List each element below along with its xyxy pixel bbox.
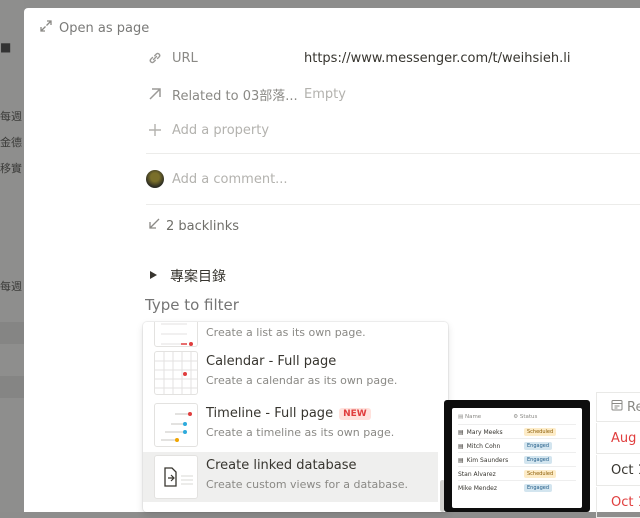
avatar (146, 170, 164, 188)
preview-name: ▤ Mary Meeks (458, 428, 503, 436)
toggle-label: 專案目錄 (170, 269, 226, 285)
property-value-url[interactable]: https://www.messenger.com/t/weihsieh.li (304, 51, 571, 66)
menu-item-desc: Create a calendar as its own page. (206, 374, 398, 387)
new-badge: NEW (339, 407, 371, 420)
block-type-menu: Create a list as its own page. Calendar … (143, 322, 448, 512)
background-band (0, 376, 24, 398)
property-label: Related to 03部落... (172, 88, 298, 104)
menu-item-preview: ▤ Name ⚙ Status ▤ Mary Meeks Scheduled ▤… (444, 400, 590, 512)
table-column-header[interactable]: Re (596, 392, 640, 422)
preview-name: ▤ Mitch Cohn (458, 442, 501, 450)
menu-item-desc: Create a list as its own page. (206, 326, 366, 339)
preview-header-name-text: Name (464, 414, 482, 420)
arrow-up-right-icon (146, 85, 164, 103)
add-property-button[interactable]: Add a property (146, 119, 269, 141)
linked-database-icon (154, 455, 198, 499)
calendar-icon (154, 351, 198, 395)
menu-item-title: Timeline - Full page NEW (206, 406, 371, 421)
backlink-arrow-icon (148, 218, 160, 234)
table-cell[interactable]: Aug 1 (596, 423, 640, 454)
menu-item-calendar[interactable]: Calendar - Full page Create a calendar a… (143, 348, 438, 398)
preview-header-status-text: Status (519, 414, 538, 420)
plus-icon (146, 121, 164, 139)
preview-header-status: ⚙ Status (513, 414, 538, 420)
menu-item-list[interactable]: Create a list as its own page. (143, 322, 438, 350)
preview-header: ▤ Name ⚙ Status (458, 414, 537, 420)
menu-item-timeline[interactable]: Timeline - Full page NEW Create a timeli… (143, 400, 438, 450)
preview-name-text: Mike Mendez (458, 484, 498, 492)
column-header-label: Re (627, 399, 640, 415)
status-badge: Scheduled (524, 428, 557, 436)
menu-item-title-text: Timeline - Full page (206, 406, 334, 421)
toggle-block[interactable]: 專案目錄 (148, 266, 226, 286)
preview-name: Stan Alvarez (458, 471, 524, 478)
preview-header-name: ▤ Name (458, 414, 482, 420)
preview-name: ▤ Kim Saunders (458, 456, 509, 464)
property-label: URL (172, 50, 198, 66)
comment-input[interactable]: Add a comment... (146, 170, 288, 188)
backlinks-button[interactable]: 2 backlinks (148, 218, 239, 234)
preview-name-text: Mitch Cohn (466, 442, 501, 450)
open-as-page-label: Open as page (59, 20, 150, 36)
status-badge: Scheduled (524, 470, 557, 478)
background-text: 每週 (0, 280, 22, 293)
divider (146, 153, 640, 154)
property-row-url[interactable]: URL https://www.messenger.com/t/weihsieh… (146, 47, 571, 69)
preview-row: ▤ Mitch Cohn Engaged (458, 438, 576, 453)
property-value-related[interactable]: Empty (304, 87, 346, 102)
open-as-page-button[interactable]: Open as page (40, 20, 149, 36)
triangle-right-icon[interactable] (148, 268, 158, 284)
background-text: 金德 (0, 136, 22, 149)
preview-row: ▤ Mary Meeks Scheduled (458, 424, 576, 439)
expand-arrow-icon (40, 20, 52, 36)
link-icon (146, 49, 164, 67)
add-property-label: Add a property (172, 122, 270, 138)
preview-row: ▤ Kim Saunders Engaged (458, 452, 576, 467)
menu-item-title: Calendar - Full page (206, 354, 336, 369)
menu-item-desc: Create a timeline as its own page. (206, 426, 395, 439)
background-mark: ■ (0, 40, 12, 54)
backlinks-label: 2 backlinks (166, 218, 240, 234)
preview-name-text: Stan Alvarez (458, 470, 496, 478)
filter-input[interactable] (145, 296, 345, 314)
menu-item-title: Create linked database (206, 458, 357, 473)
table-cell[interactable]: Oct 1 (596, 487, 640, 518)
status-badge: Engaged (524, 442, 552, 450)
preview-row: Stan Alvarez Scheduled (458, 466, 576, 481)
menu-item-desc: Create custom views for a database. (206, 478, 408, 491)
preview-row: Mike Mendez Engaged (458, 480, 576, 495)
preview-name-text: Mary Meeks (466, 428, 503, 436)
divider (146, 204, 640, 205)
preview-name-text: Kim Saunders (466, 456, 509, 464)
status-badge: Engaged (524, 484, 552, 492)
menu-item-title-text: Calendar - Full page (206, 354, 337, 369)
preview-name: Mike Mendez (458, 485, 524, 492)
menu-item-title-text: Create linked database (206, 458, 357, 473)
background-page (0, 0, 24, 512)
property-row-related[interactable]: Related to 03部落... Empty (146, 83, 346, 105)
menu-item-linked-database[interactable]: Create linked database Create custom vie… (143, 452, 438, 502)
background-text: 每週 (0, 110, 22, 123)
table-cell[interactable]: Oct 1 (596, 455, 640, 486)
calendar-date-icon (611, 399, 623, 415)
timeline-icon (154, 403, 198, 447)
list-icon (154, 322, 198, 347)
preview-card: ▤ Name ⚙ Status ▤ Mary Meeks Scheduled ▤… (452, 408, 582, 508)
background-text: 移實 (0, 162, 22, 175)
comment-placeholder: Add a comment... (172, 171, 288, 187)
status-badge: Engaged (524, 456, 552, 464)
background-band (0, 322, 24, 344)
